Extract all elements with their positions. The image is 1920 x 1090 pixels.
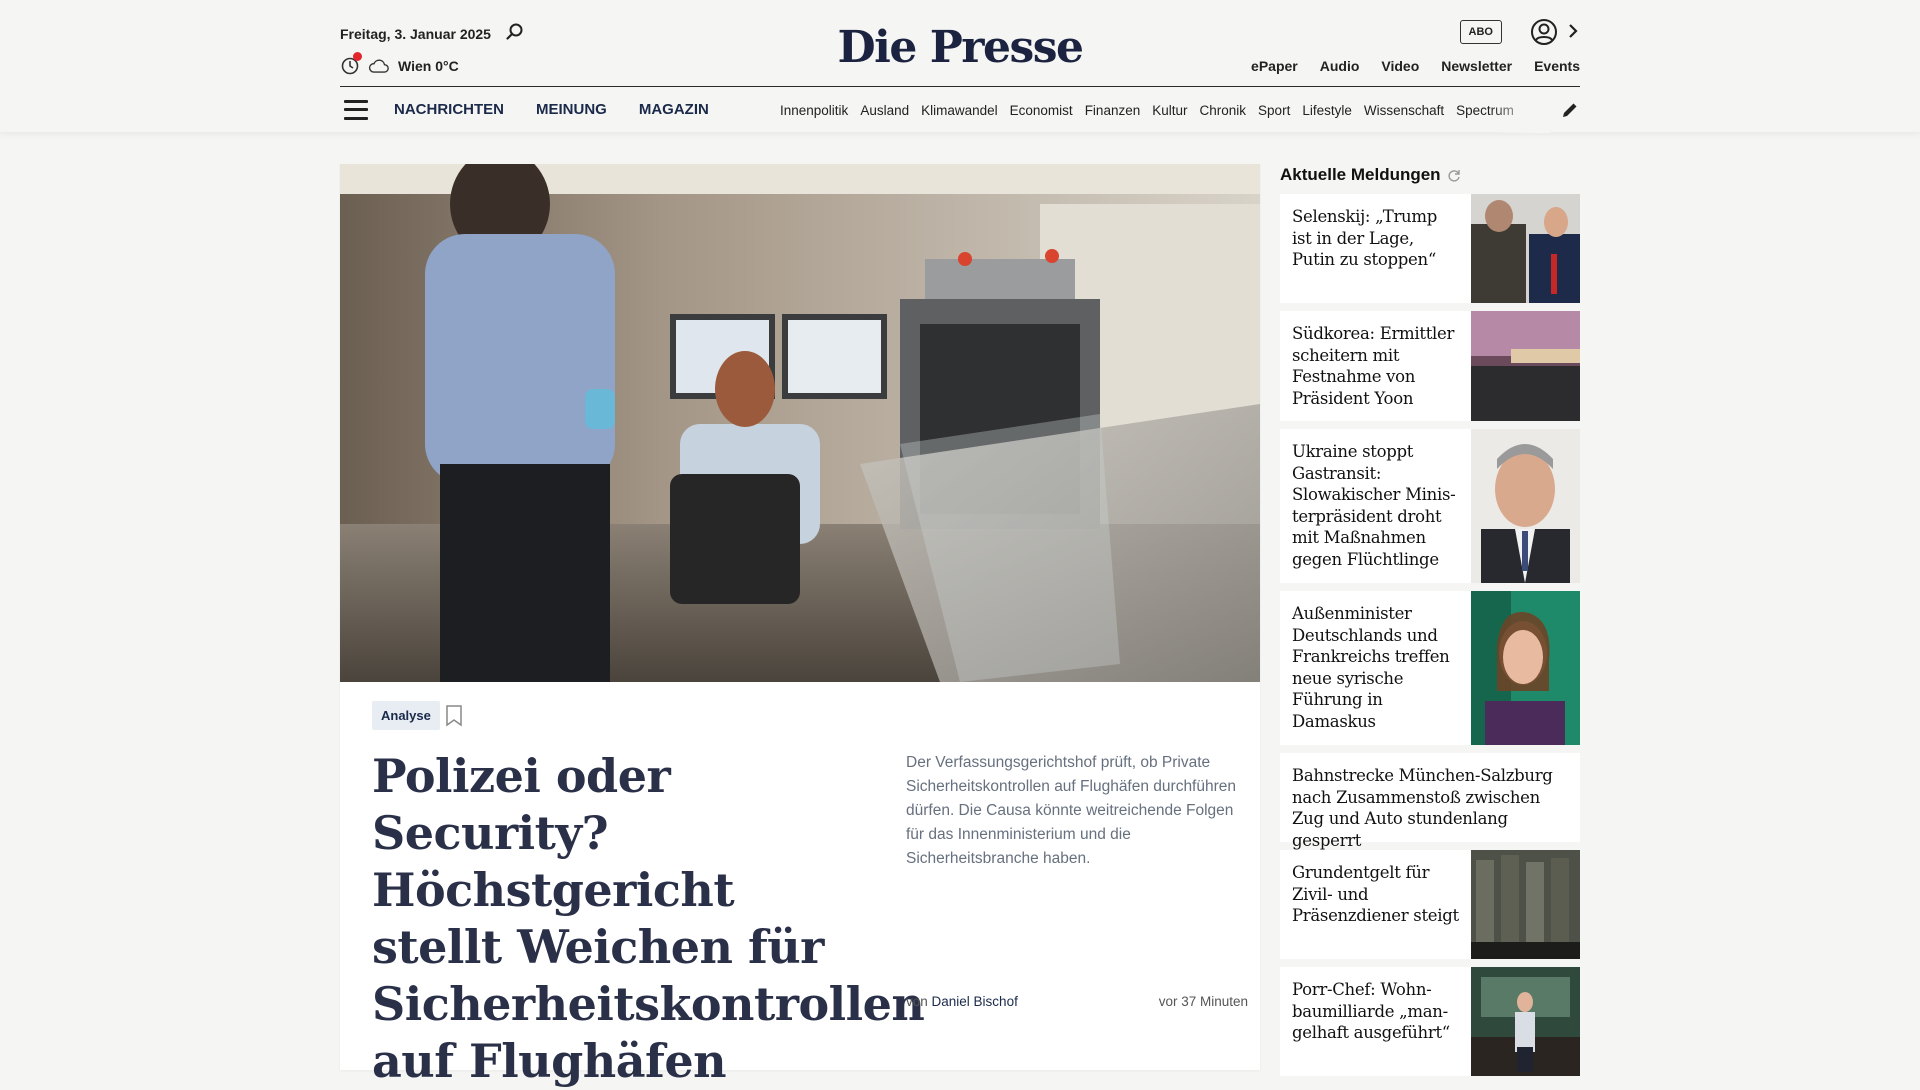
- weather-label[interactable]: Wien 0°C: [398, 58, 459, 74]
- refresh-icon[interactable]: [1447, 168, 1461, 182]
- news-thumbnail: [1471, 850, 1580, 959]
- news-item[interactable]: Südkorea: Ermittler scheitern mit Festna…: [1280, 311, 1580, 421]
- nav-innenpolitik[interactable]: Innenpolitik: [780, 103, 848, 118]
- user-account-icon[interactable]: [1530, 18, 1558, 46]
- search-icon[interactable]: [505, 22, 525, 42]
- link-audio[interactable]: Audio: [1320, 58, 1360, 74]
- cloud-icon: [368, 59, 389, 73]
- byline: von Daniel Bischof: [906, 994, 1018, 1009]
- news-item-title: Ukraine stoppt Gastransit: Slowakischer …: [1292, 442, 1456, 569]
- news-thumbnail: [1471, 967, 1580, 1076]
- news-item-title: Südkorea: Ermittler scheitern mit Festna…: [1292, 324, 1455, 408]
- news-item-title: Grundentgelt für Zivil- und Präsenzdiene…: [1292, 863, 1459, 925]
- bookmark-icon[interactable]: [445, 705, 463, 727]
- news-item[interactable]: Außenminister Deutschlands und Frankreic…: [1280, 591, 1580, 745]
- link-epaper[interactable]: ePaper: [1251, 58, 1298, 74]
- news-item-title: Selenskij: „Trump ist in der Lage, Putin…: [1292, 207, 1437, 269]
- news-item[interactable]: Bahnstrecke München-Salzburg nach Zusamm…: [1280, 753, 1580, 850]
- pencil-icon[interactable]: [1560, 100, 1580, 120]
- nav-chronik[interactable]: Chronik: [1200, 103, 1247, 118]
- nav-meinung[interactable]: MEINUNG: [536, 101, 607, 118]
- lead-article-image[interactable]: [340, 164, 1260, 682]
- main-navigation: NACHRICHTEN MEINUNG MAGAZIN Innenpolitik…: [340, 86, 1580, 133]
- current-date: Freitag, 3. Januar 2025: [340, 26, 491, 42]
- news-thumbnail: [1471, 311, 1580, 421]
- top-links: ePaper Audio Video Newsletter Events: [1251, 58, 1580, 74]
- nav-sport[interactable]: Sport: [1258, 103, 1290, 118]
- news-item[interactable]: Ukraine stoppt Gastransit: Slowakischer …: [1280, 429, 1580, 583]
- section-nav: Innenpolitik Ausland Klimawandel Economi…: [780, 87, 1545, 133]
- news-item[interactable]: Selenskij: „Trump ist in der Lage, Putin…: [1280, 194, 1580, 303]
- nav-lifestyle[interactable]: Lifestyle: [1302, 103, 1352, 118]
- news-item[interactable]: Grundentgelt für Zivil- und Präsenzdiene…: [1280, 850, 1580, 959]
- news-item-title: Porr-Chef: Wohn­baumilliarde „man­gelhaf…: [1292, 980, 1450, 1042]
- nav-finanzen[interactable]: Finanzen: [1085, 103, 1141, 118]
- nav-wissenschaft[interactable]: Wissenschaft: [1364, 103, 1444, 118]
- nav-klimawandel[interactable]: Klimawandel: [921, 103, 998, 118]
- abo-button[interactable]: ABO: [1459, 20, 1502, 44]
- notification-dot: [353, 52, 362, 61]
- header-inner: Freitag, 3. Januar 2025 Wien 0°C Die Pre…: [340, 0, 1580, 133]
- site-logo[interactable]: Die Presse: [838, 22, 1084, 73]
- sidebar-title: Aktuelle Meldungen: [1280, 165, 1441, 184]
- lead-headline[interactable]: Polizei oder Security? Höchstgericht ste…: [372, 748, 925, 1090]
- sidebar-header: Aktuelle Meldungen: [1280, 164, 1580, 186]
- latest-news-sidebar: Aktuelle Meldungen Selenskij: „Trump ist…: [1280, 164, 1580, 1084]
- news-item-title: Bahnstrecke München-Salzburg nach Zusamm…: [1292, 766, 1553, 850]
- site-header: Freitag, 3. Januar 2025 Wien 0°C Die Pre…: [0, 0, 1920, 133]
- chevron-right-icon[interactable]: [1566, 22, 1580, 40]
- weather-row: Wien 0°C: [340, 52, 459, 76]
- news-thumbnail: [1471, 591, 1580, 745]
- news-thumbnail: [1471, 194, 1580, 303]
- author-link[interactable]: Daniel Bischof: [932, 994, 1018, 1009]
- notification-icon[interactable]: [340, 52, 362, 76]
- link-video[interactable]: Video: [1381, 58, 1419, 74]
- news-item-title: Außenminister Deutschlands und Frankreic…: [1292, 604, 1450, 731]
- publish-time: vor 37 Minuten: [1158, 994, 1248, 1009]
- link-newsletter[interactable]: Newsletter: [1441, 58, 1512, 74]
- nav-nachrichten[interactable]: NACHRICHTEN: [394, 101, 504, 118]
- primary-nav: NACHRICHTEN MEINUNG MAGAZIN: [394, 101, 709, 118]
- section-nav-fade: [1490, 87, 1550, 133]
- nav-kultur[interactable]: Kultur: [1152, 103, 1187, 118]
- nav-ausland[interactable]: Ausland: [860, 103, 909, 118]
- byline-prefix: von: [906, 994, 932, 1009]
- lead-teaser: Der Verfassungsgerichtshof prüft, ob Pri…: [906, 754, 1237, 867]
- menu-icon[interactable]: [344, 99, 368, 120]
- nav-economist[interactable]: Economist: [1010, 103, 1073, 118]
- news-item[interactable]: Porr-Chef: Wohn­baumilliarde „man­gelhaf…: [1280, 967, 1580, 1076]
- news-thumbnail: [1471, 429, 1580, 583]
- link-events[interactable]: Events: [1534, 58, 1580, 74]
- lead-article: Analyse Polizei oder Security? Höchstger…: [340, 164, 1260, 1088]
- article-tag[interactable]: Analyse: [372, 701, 440, 730]
- nav-magazin[interactable]: MAGAZIN: [639, 101, 709, 118]
